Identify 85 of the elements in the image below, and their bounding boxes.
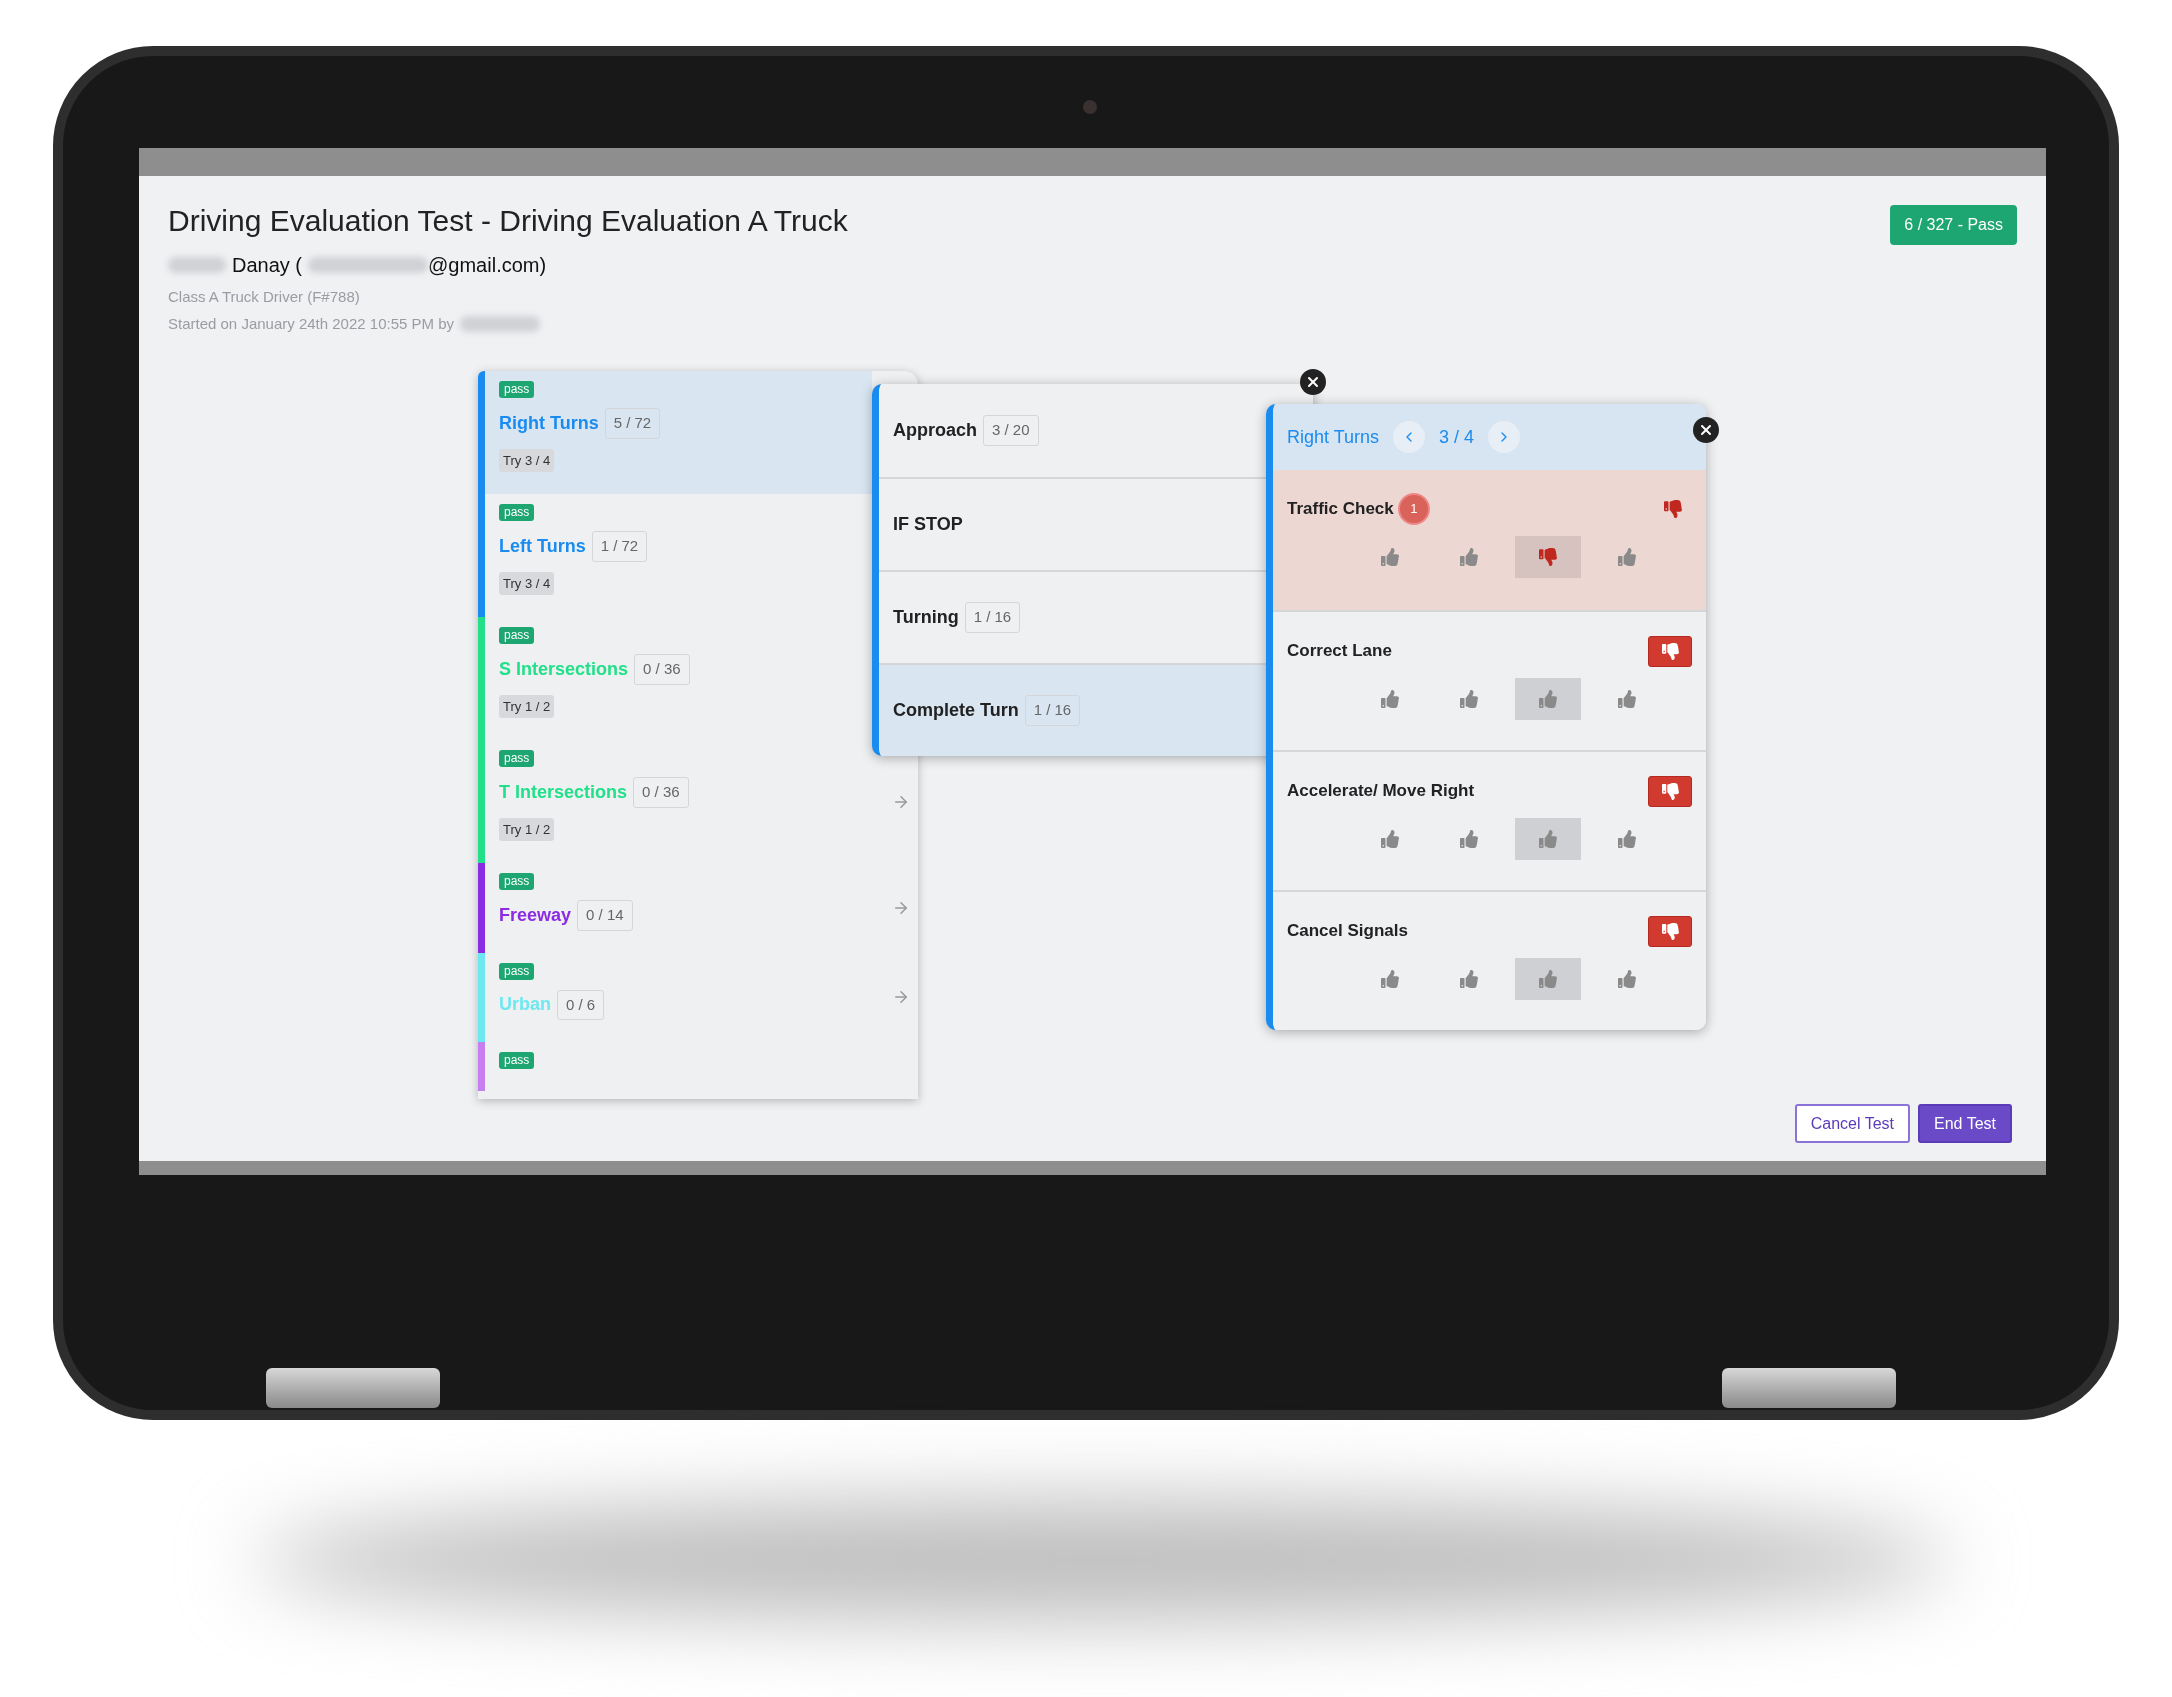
try-tag: Try 1 / 2 bbox=[499, 694, 555, 718]
step-name: IF STOP bbox=[893, 513, 963, 536]
category-name: Left Turns bbox=[499, 534, 586, 558]
thumbs-up-icon bbox=[1460, 548, 1478, 566]
category-name: S Intersections bbox=[499, 657, 629, 681]
close-icon bbox=[1305, 374, 1321, 390]
thumbs-down-button[interactable] bbox=[1648, 775, 1692, 807]
step-name: Approach bbox=[893, 419, 977, 442]
user-name: Danay ( bbox=[232, 253, 303, 278]
rating-button[interactable] bbox=[1515, 536, 1581, 578]
rating-button[interactable] bbox=[1515, 958, 1581, 1000]
role-text: Class A Truck Driver (F#788) bbox=[168, 287, 361, 307]
category-name: Urban bbox=[499, 993, 551, 1017]
count-tag: 1 / 16 bbox=[1024, 695, 1081, 726]
step-row[interactable]: Turning 1 / 16 bbox=[879, 570, 1266, 663]
thumbs-up-icon bbox=[1460, 970, 1478, 988]
thumbs-down-button[interactable] bbox=[1648, 635, 1692, 667]
close-icon bbox=[1698, 422, 1714, 438]
thumbs-up-icon bbox=[1539, 970, 1557, 988]
criterion-label: Cancel Signals bbox=[1287, 920, 1408, 943]
cancel-test-button[interactable]: Cancel Test bbox=[1794, 1104, 1911, 1143]
thumbs-down-icon bbox=[1661, 782, 1679, 800]
step-row[interactable]: Complete Turn 1 / 16 bbox=[879, 663, 1266, 756]
count-tag: 3 / 20 bbox=[983, 415, 1039, 446]
pass-badge: pass bbox=[499, 750, 535, 767]
count-tag: 5 / 72 bbox=[604, 408, 661, 439]
pass-badge: pass bbox=[499, 504, 535, 521]
thumbs-up-icon bbox=[1618, 548, 1636, 566]
previous-button[interactable] bbox=[1393, 421, 1426, 453]
thumbs-up-icon bbox=[1618, 690, 1636, 708]
count-tag: 0 / 36 bbox=[633, 777, 689, 808]
criterion-label: Accelerate/ Move Right bbox=[1287, 780, 1475, 803]
count-tag: 0 / 14 bbox=[577, 900, 633, 931]
pass-badge: pass bbox=[499, 962, 535, 980]
thumbs-down-icon bbox=[1661, 642, 1679, 660]
step-name: Complete Turn bbox=[893, 699, 1019, 722]
step-row[interactable]: Approach 3 / 20 bbox=[879, 384, 1266, 477]
pass-badge: pass bbox=[499, 1052, 535, 1069]
close-button[interactable] bbox=[1300, 369, 1326, 395]
try-tag: Try 1 / 2 bbox=[499, 817, 555, 841]
category-item[interactable]: pass Right Turns 5 / 72 Try 3 / 4 bbox=[478, 371, 872, 494]
thumbs-up-icon bbox=[1381, 548, 1399, 566]
end-test-button[interactable]: End Test bbox=[1918, 1104, 2012, 1143]
category-name: Freeway bbox=[499, 903, 572, 927]
thumbs-up-icon bbox=[1539, 830, 1557, 848]
thumbs-up-icon bbox=[1618, 830, 1636, 848]
pass-badge: pass bbox=[499, 627, 535, 644]
thumbs-up-icon bbox=[1381, 970, 1399, 988]
pass-badge: pass bbox=[499, 381, 535, 398]
thumbs-up-icon bbox=[1381, 690, 1399, 708]
try-tag: Try 3 / 4 bbox=[499, 448, 555, 472]
count-tag: 1 / 16 bbox=[964, 602, 1021, 633]
category-name: Right Turns bbox=[499, 411, 599, 435]
user-email: @gmail.com) bbox=[428, 253, 547, 278]
next-button[interactable] bbox=[1488, 421, 1521, 453]
thumbs-down-icon bbox=[1661, 922, 1679, 940]
page-indicator: 3 / 4 bbox=[1439, 425, 1475, 449]
thumbs-down-icon[interactable] bbox=[1664, 500, 1682, 518]
page-title: Driving Evaluation Test - Driving Evaluation A Truck bbox=[168, 203, 848, 239]
try-tag: Try 3 / 4 bbox=[499, 571, 555, 595]
thumbs-up-icon bbox=[1618, 970, 1636, 988]
blurred-text bbox=[168, 257, 226, 273]
thumbs-up-icon bbox=[1460, 830, 1478, 848]
thumbs-up-icon bbox=[1539, 690, 1557, 708]
rating-button[interactable] bbox=[1515, 678, 1581, 720]
camera-icon bbox=[1083, 100, 1097, 114]
error-count-badge: 1 bbox=[1397, 493, 1430, 525]
pass-badge: pass bbox=[499, 873, 535, 890]
count-tag: 0 / 36 bbox=[634, 654, 690, 685]
started-text: Started on January 24th 2022 10:55 PM by bbox=[168, 313, 455, 334]
count-tag: 0 / 6 bbox=[557, 989, 605, 1020]
category-name: T Intersections bbox=[499, 780, 628, 804]
rating-button[interactable] bbox=[1515, 818, 1581, 860]
thumbs-up-icon bbox=[1381, 830, 1399, 848]
thumbs-down-icon bbox=[1539, 548, 1557, 566]
count-tag: 1 / 72 bbox=[591, 531, 648, 562]
thumbs-down-button[interactable] bbox=[1648, 915, 1692, 947]
score-badge: 6 / 327 - Pass bbox=[1890, 205, 2017, 245]
close-button[interactable] bbox=[1693, 417, 1719, 443]
criterion-label: Traffic Check bbox=[1287, 498, 1394, 521]
detail-title: Right Turns bbox=[1287, 425, 1380, 449]
thumbs-up-icon bbox=[1460, 690, 1478, 708]
step-name: Turning bbox=[893, 606, 959, 629]
step-row[interactable]: IF STOP bbox=[879, 477, 1266, 570]
criterion-label: Correct Lane bbox=[1287, 640, 1392, 663]
